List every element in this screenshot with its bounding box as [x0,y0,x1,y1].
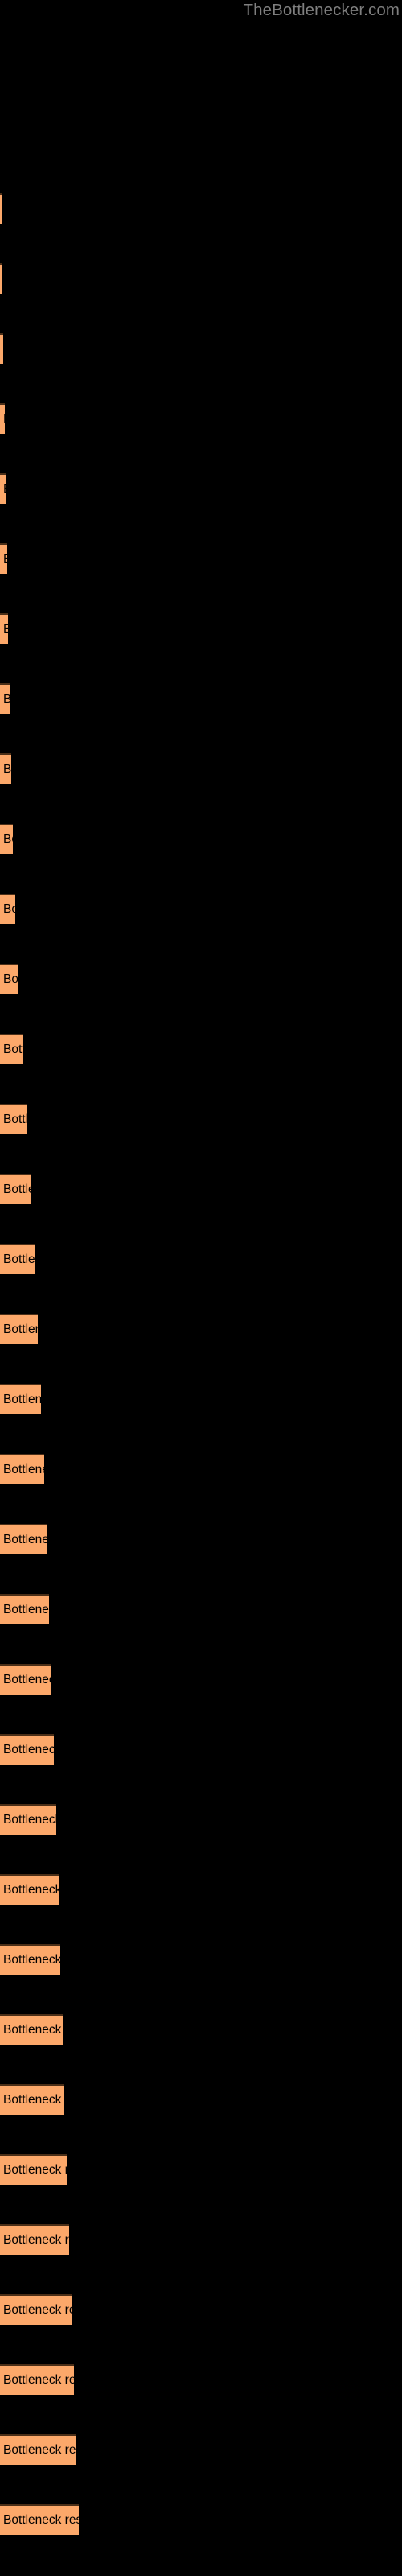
bar: Bottleneck result [0,2434,76,2465]
bar-label: Bottleneck result [3,2163,67,2177]
bar-label: Bottleneck result [3,1813,56,1827]
bar-chart: TheBottlenecker.com Bottleneck resultBot… [0,0,402,2576]
bar-label: Bottleneck result [3,1953,60,1967]
bar-label: Bottleneck result [3,1183,31,1196]
bar: Bottleneck result [0,1594,49,1624]
bar-label: Bottleneck result [3,1743,54,1757]
bar: Bottleneck result [0,1524,47,1554]
bar-label: Bottleneck result [3,2233,69,2247]
bar-label: Bottleneck result [3,2443,76,2457]
bar: Bottleneck result [0,2014,63,2045]
bar-label: Bottleneck result [3,1113,27,1126]
bar-label: Bottleneck result [3,1253,35,1266]
bar: Bottleneck result [0,964,18,994]
bar-label: Bottleneck result [3,972,18,986]
bar: Bottleneck result [0,683,10,714]
bar: Bottleneck result [0,1804,56,1835]
bar: Bottleneck result [0,473,6,504]
plot-area: Bottleneck result Bottleneck result Bottle… [0,0,402,2576]
bar: Bottleneck result [0,1874,59,1905]
bar-label: Bottleneck result [3,685,10,714]
bar-label: Bottleneck result [3,1673,51,1686]
bar: Bottleneck result [0,1034,23,1064]
bar-label: Bottleneck result [3,545,7,574]
bar-label: Bottleneck result [3,832,13,846]
bar: Bottleneck result [0,613,8,644]
bar: Bottleneck result [0,2504,79,2535]
bar: Bottleneck result [0,193,2,224]
bar: Bottleneck result [0,1384,41,1414]
bar: Bottleneck result [0,894,15,924]
bar: Bottleneck result [0,2224,69,2255]
bar-label: Bottleneck result [3,1042,23,1056]
bar-label: Bottleneck result [3,762,11,776]
bar: Bottleneck result [0,2294,72,2325]
bar: Bottleneck result [0,824,13,854]
bar-label: Bottleneck result [3,615,8,644]
bar: Bottleneck result [0,2084,64,2115]
bar: Bottleneck result [0,1174,31,1204]
bar: Bottleneck result [0,333,3,364]
bar-label: Bottleneck result [3,1393,41,1406]
bar: Bottleneck result [0,403,5,434]
bar-label: Bottleneck result [3,1603,49,1616]
bar-label: Bottleneck result [3,405,5,434]
bar-label: Bottleneck result [3,1463,44,1476]
bar-label: Bottleneck result [3,1883,59,1897]
bar: Bottleneck result [0,1454,44,1484]
bar: Bottleneck result [0,2364,74,2395]
bar-label: Bottleneck result [3,1533,47,1546]
bar-label: Bottleneck result [3,2373,74,2387]
bar: Bottleneck result [0,2154,67,2185]
bar-label: Bottleneck result [3,2093,64,2107]
bar-label: Bottleneck result [3,2303,72,2317]
bar-label: Bottleneck result [3,2513,79,2527]
bar: Bottleneck result [0,1104,27,1134]
bar: Bottleneck result [0,1664,51,1695]
bar: Bottleneck result [0,1314,38,1344]
bar: Bottleneck result [0,543,7,574]
bar: Bottleneck result [0,1944,60,1975]
bar: Bottleneck result [0,1244,35,1274]
bar: Bottleneck result [0,263,2,294]
bar: Bottleneck result [0,753,11,784]
bar-label: Bottleneck result [3,1323,38,1336]
bar-label: Bottleneck result [3,475,6,504]
bar: Bottleneck result [0,1734,54,1765]
bar-label: Bottleneck result [3,902,15,916]
bar-label: Bottleneck result [3,2023,63,2037]
